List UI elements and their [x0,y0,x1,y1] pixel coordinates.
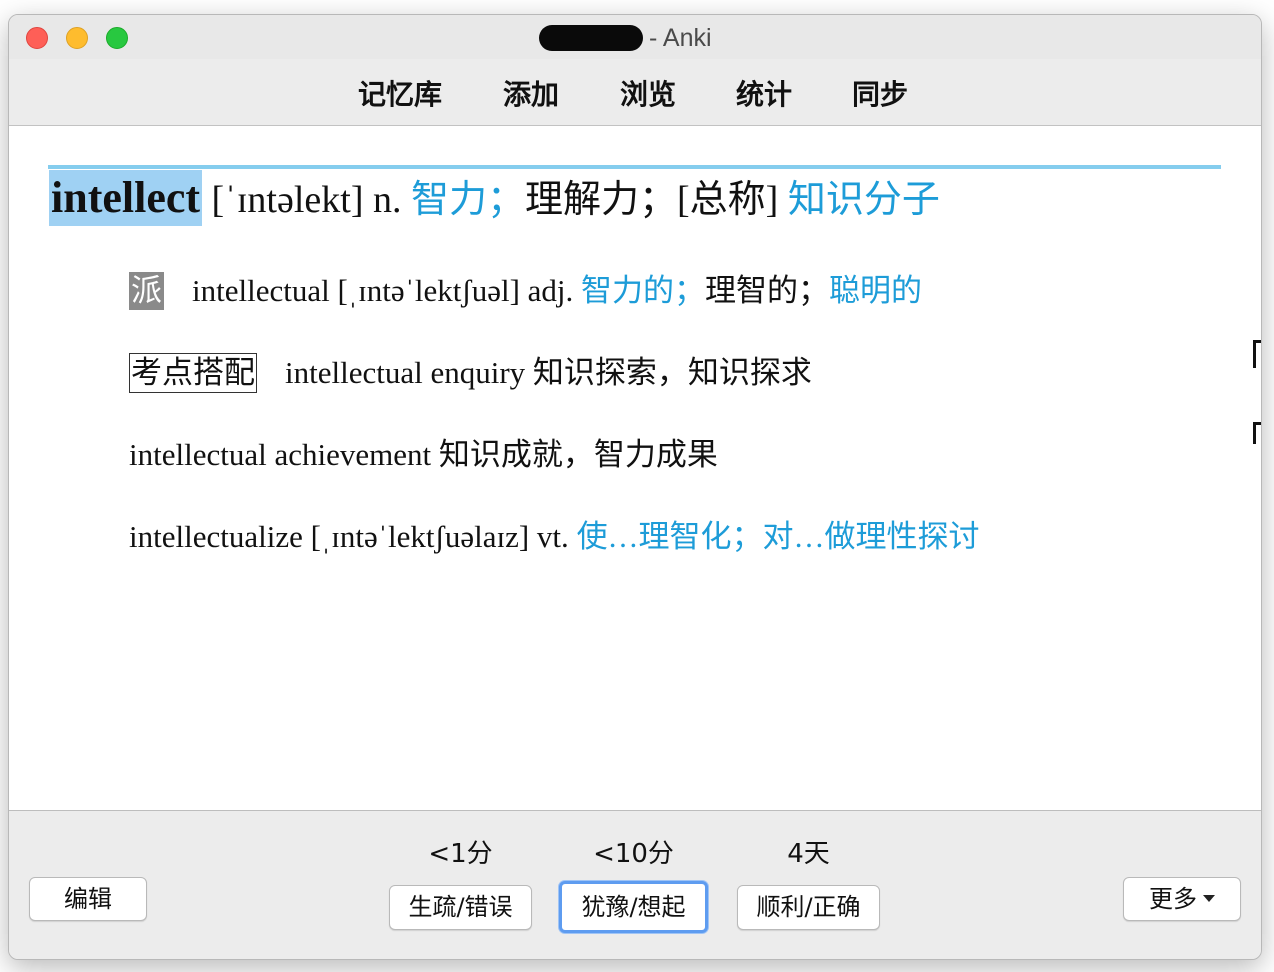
decks-button[interactable]: 记忆库 [358,73,442,113]
zoom-window-button[interactable] [106,27,128,49]
collocation-2: intellectual achievement 知识成就，智力成果 [129,437,718,472]
headword-phonetic: [ˈɪntəlekt] n. [211,179,402,221]
more-button-label: 更多 [1149,885,1197,913]
hard-button[interactable]: 犹豫/想起 [559,881,708,933]
headword: intellect [49,170,203,226]
close-window-button[interactable] [26,27,48,49]
answer-bar: 编辑 <1分 <10分 4天 生疏/错误 犹豫/想起 顺利/正确 更多 [9,811,1261,959]
chevron-down-icon [1203,894,1215,902]
window-title-wrap: - Anki [539,23,712,53]
meaning-4: 知识分子 [787,179,940,221]
again-interval: <1分 [428,839,493,869]
meaning-3: [总称] [677,179,779,221]
derived-word-line-2: intellectualize [ˌɪntəˈlektʃuəlaɪz] vt. … [129,514,980,560]
title-bar[interactable]: - Anki [9,15,1261,59]
collocation-line-2: intellectual achievement 知识成就，智力成果 [129,432,718,478]
derived-meaning-1: 智力的； [581,273,706,308]
derived2-meaning: 使…理智化；对…做理性探讨 [576,519,980,554]
clipped-glyph [1253,422,1261,444]
good-button[interactable]: 顺利/正确 [737,885,880,930]
derived2-word: intellectualize [ˌɪntəˈlektʃuəlaɪz] vt. [129,519,569,554]
derived-tag: 派 [129,272,164,310]
anki-window: - Anki 记忆库 添加 浏览 统计 同步 intellect [ˈɪntəl… [8,14,1262,960]
again-button[interactable]: 生疏/错误 [389,885,532,930]
meaning-2: 理解力； [525,179,678,221]
main-toolbar: 记忆库 添加 浏览 统计 同步 [9,59,1261,126]
derived-meaning-2: 理智的； [705,273,830,308]
derived-meaning-3: 聪明的 [829,273,923,308]
derived-word-line: 派 intellectual [ˌɪntəˈlektʃuəl] adj. 智力的；… [129,268,922,314]
derived-word: intellectual [ˌɪntəˈlektʃuəl] adj. [192,273,574,308]
edit-button[interactable]: 编辑 [29,877,147,921]
minimize-window-button[interactable] [66,27,88,49]
meaning-1: 智力； [410,179,525,221]
good-interval: 4天 [787,839,830,869]
add-button[interactable]: 添加 [503,73,559,113]
collocation-1: intellectual enquiry 知识探索，知识探求 [285,355,812,390]
clipped-glyph [1253,340,1261,368]
redacted-profile-name [539,25,643,51]
collocation-tag: 考点搭配 [129,353,257,393]
more-button[interactable]: 更多 [1123,877,1241,921]
card-content: intellect [ˈɪntəlekt] n. 智力；理解力；[总称] 知识分… [9,126,1261,811]
window-title: - Anki [649,23,712,52]
stats-button[interactable]: 统计 [736,73,792,113]
headword-line: intellect [ˈɪntəlekt] n. 智力；理解力；[总称] 知识分… [49,170,940,226]
collocation-line-1: 考点搭配 intellectual enquiry 知识探索，知识探求 [129,350,812,396]
hard-interval: <10分 [593,839,674,869]
sync-button[interactable]: 同步 [852,73,908,113]
separator-rule [48,165,1221,169]
browse-button[interactable]: 浏览 [620,73,676,113]
